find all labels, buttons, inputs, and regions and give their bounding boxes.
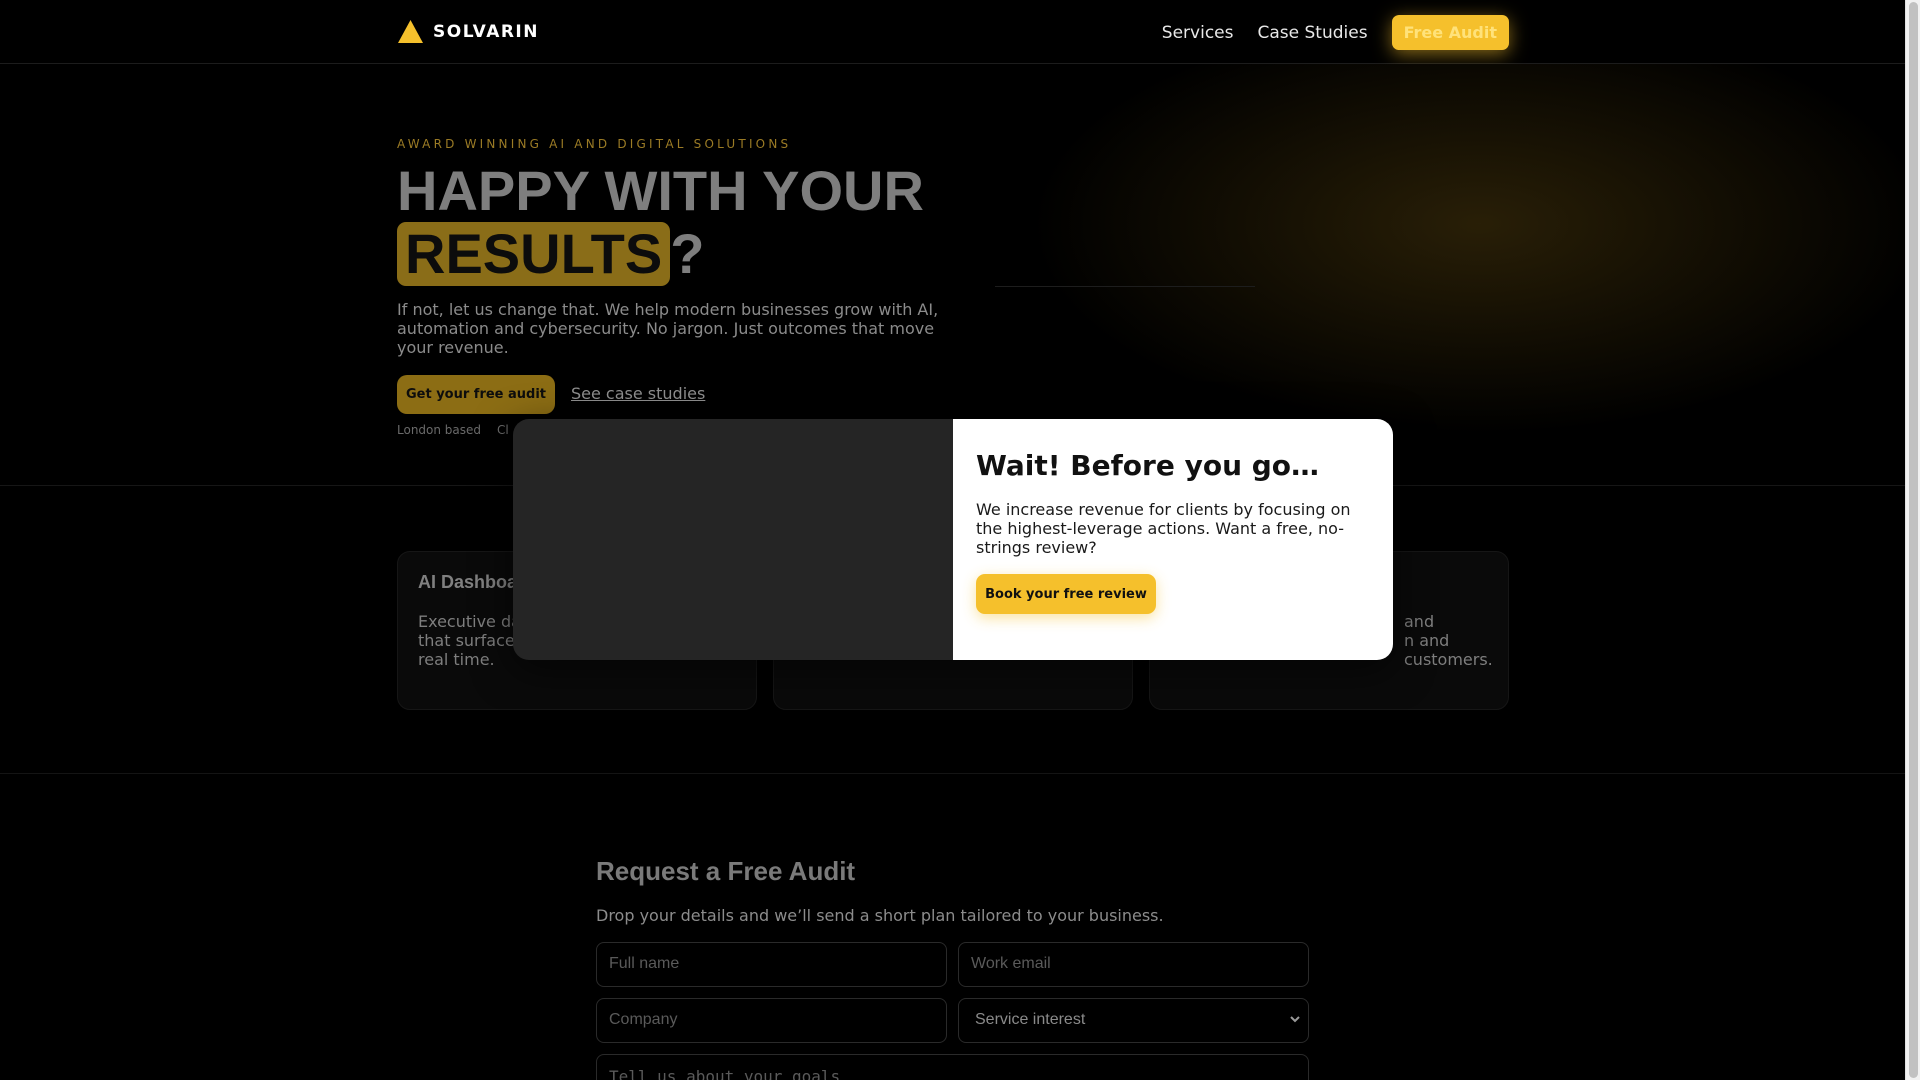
- hero-meta-item: Cl: [497, 423, 509, 437]
- triangle-logo-icon: [398, 20, 423, 43]
- see-case-studies-link[interactable]: See case studies: [571, 384, 705, 403]
- exit-intent-modal: Wait! Before you go… We increase revenue…: [513, 419, 1393, 660]
- scrollbar-thumb[interactable]: [1909, 2, 1918, 1078]
- hero-title-line1: HAPPY WITH YOUR: [397, 159, 924, 222]
- modal-text: We increase revenue for clients by focus…: [976, 500, 1351, 557]
- hero-meta: London based Cl: [397, 423, 525, 437]
- service-interest-value: Service interest: [975, 1011, 1086, 1028]
- nav-services-link[interactable]: Services: [1162, 23, 1234, 43]
- hero-subtitle: If not, let us change that. We help mode…: [397, 300, 939, 357]
- modal-image-placeholder: [513, 419, 953, 660]
- audit-form-subtitle: Drop your details and we’ll send a short…: [596, 906, 1164, 925]
- company-input[interactable]: Company: [596, 998, 947, 1043]
- service-interest-select[interactable]: Service interest: [958, 998, 1309, 1043]
- hero-decoration-line: [995, 286, 1255, 287]
- get-free-audit-button[interactable]: Get your free audit: [397, 375, 555, 414]
- nav-case-studies-link[interactable]: Case Studies: [1257, 23, 1367, 43]
- chevron-down-icon: [1290, 1016, 1300, 1023]
- main-nav: Services Case Studies Free Audit: [1162, 15, 1509, 50]
- full-name-input[interactable]: Full name: [596, 942, 947, 987]
- hero-title-suffix: ?: [670, 222, 705, 285]
- audit-form-title: Request a Free Audit: [596, 856, 856, 886]
- hero-meta-location: London based: [397, 423, 482, 437]
- site-header: SOLVARIN Services Case Studies Free Audi…: [0, 0, 1905, 64]
- hero-eyebrow: AWARD WINNING AI AND DIGITAL SOLUTIONS: [397, 137, 792, 151]
- hero-title-highlight: RESULTS: [397, 222, 671, 286]
- section-divider: [0, 773, 1905, 774]
- hero-title-line2: RESULTS?: [397, 222, 924, 286]
- modal-content: Wait! Before you go… We increase revenue…: [953, 419, 1393, 660]
- page: SOLVARIN Services Case Studies Free Audi…: [0, 0, 1905, 1080]
- service-card-title: AI Dashboa: [418, 572, 518, 592]
- book-free-review-button[interactable]: Book your free review: [976, 574, 1156, 614]
- free-audit-button[interactable]: Free Audit: [1391, 15, 1509, 50]
- brand-name: SOLVARIN: [433, 21, 539, 42]
- brand-logo[interactable]: SOLVARIN: [397, 19, 539, 44]
- scrollbar[interactable]: [1905, 0, 1920, 1080]
- work-email-input[interactable]: Work email: [958, 942, 1309, 987]
- modal-title: Wait! Before you go…: [976, 449, 1320, 482]
- hero-title: HAPPY WITH YOUR RESULTS?: [397, 160, 924, 286]
- goals-textarea[interactable]: Tell us about your goals: [596, 1054, 1309, 1080]
